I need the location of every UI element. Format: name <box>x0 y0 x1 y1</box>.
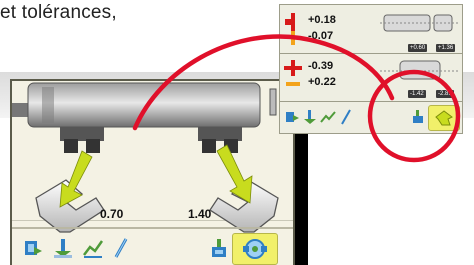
annotation-overlay <box>132 34 461 163</box>
